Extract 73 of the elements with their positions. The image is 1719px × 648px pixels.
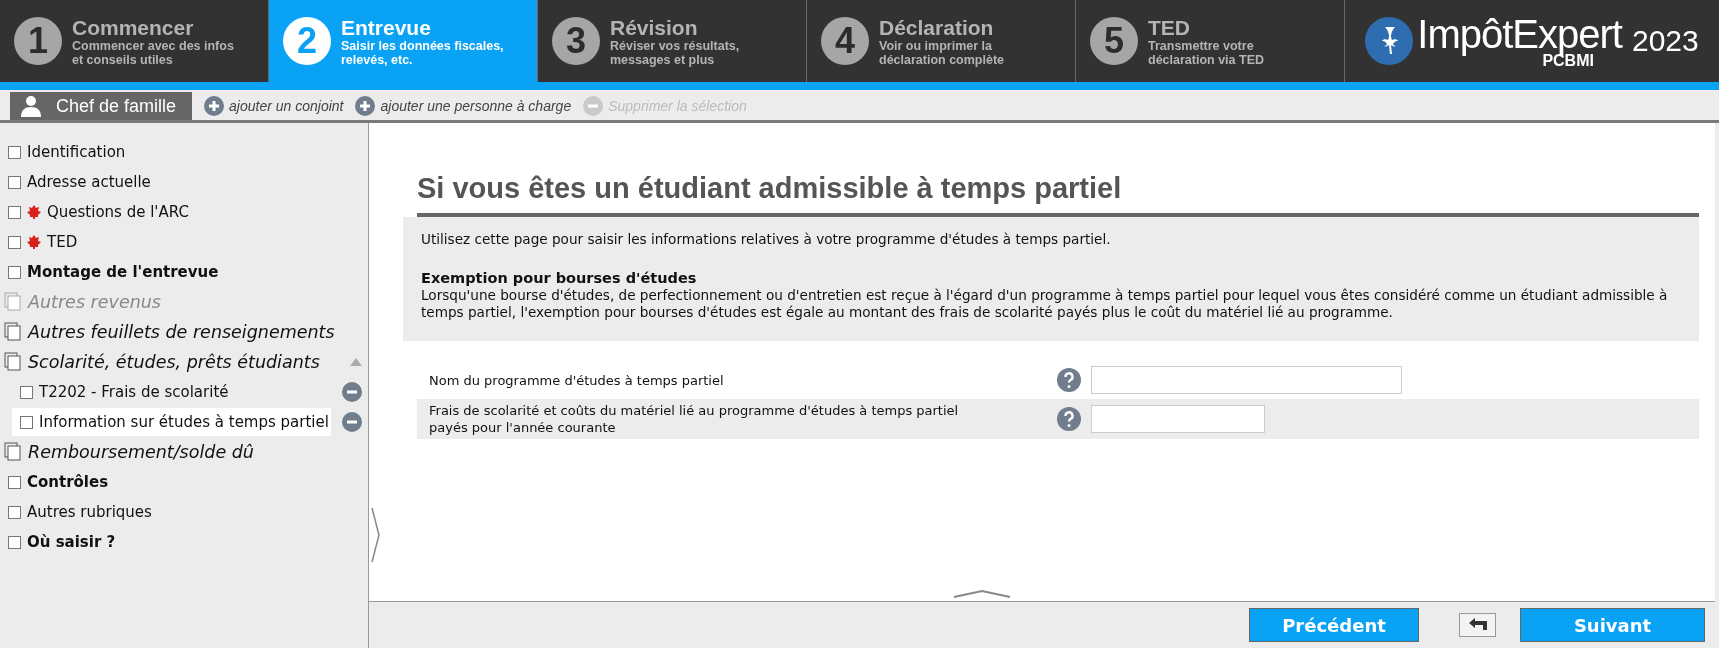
plus-icon [355, 96, 376, 116]
nav-item[interactable]: TED [0, 227, 368, 257]
plus-icon [204, 96, 225, 116]
back-button[interactable] [1459, 613, 1496, 637]
step-title: Déclaration [879, 15, 995, 39]
step-title: Entrevue [341, 15, 432, 39]
checkbox-icon [8, 175, 21, 189]
field-label: Nom du programme d'études à temps partiel [428, 371, 725, 389]
nav-item[interactable]: Contrôles [0, 467, 368, 497]
pages-icon [4, 322, 22, 342]
field-label: Frais de scolarité et coûts du matériel lié au programme d'études à temps partiel payés pour l'année courante [428, 402, 960, 436]
pages-icon [4, 352, 22, 372]
add-link[interactable]: ajouter un conjoint [204, 92, 344, 120]
nav-item[interactable]: Identification [0, 137, 368, 167]
step-title: Révision [610, 15, 699, 39]
section-text: Lorsqu'une bourse d'études, de perfectionnement ou d'entretien est reçue à l'égard d'un programme à temps partiel pour lequel vous êtes considéré comme un étudiant admissible à temps partiel, l'exemption pour bourses d'études est égale au montant des frais de scolarité payés plus le coût du matériel lié au programme. [421, 287, 1669, 321]
step-number: 4 [821, 17, 869, 65]
checkbox-icon [8, 235, 21, 249]
section-heading: Exemption pour bourses d'études [421, 270, 698, 287]
nav-group[interactable]: Scolarité, études, prêts étudiants [0, 347, 368, 377]
nav-item[interactable]: Où saisir ? [0, 527, 368, 557]
checkbox-icon [20, 385, 33, 399]
checkbox-icon [8, 535, 21, 549]
step-title: TED [1148, 15, 1191, 39]
logo-icon [1365, 17, 1414, 65]
input-field[interactable] [1091, 366, 1402, 394]
nav-item[interactable]: Information sur études à temps partiel [12, 408, 331, 436]
input-field[interactable] [1091, 405, 1265, 433]
checkbox-icon [8, 475, 21, 489]
checkbox-icon [8, 265, 21, 279]
step-tab[interactable]: 4 Déclaration Voir ou imprimer la déclaration complète [807, 0, 1076, 82]
step-tab[interactable]: 1 Commencer Commencer avec des infos et conseils utiles [0, 0, 269, 82]
help-icon[interactable] [1057, 407, 1081, 431]
checkbox-icon [8, 145, 21, 159]
return-arrow-icon [1467, 618, 1488, 632]
step-tab[interactable]: 5 TED Transmettre votre déclaration via TED [1076, 0, 1345, 82]
step-tab[interactable]: 3 Révision Réviser vos résultats, messages et plus [538, 0, 807, 82]
nav-item[interactable]: Autres rubriques [0, 497, 368, 527]
step-subtitle: Commencer avec des infos et conseils utiles [72, 38, 235, 67]
nav-item[interactable]: T2202 - Frais de scolarité [12, 378, 231, 406]
add-link[interactable]: ajouter une personne à charge [355, 92, 572, 120]
person-icon [20, 95, 42, 117]
logo-edition: PCBMI [1542, 54, 1594, 68]
nav-group[interactable]: Autres feuillets de renseignements [0, 317, 368, 347]
expand-chevron-icon [953, 589, 1011, 599]
minus-icon [583, 96, 604, 116]
step-subtitle: Transmettre votre déclaration via TED [1148, 38, 1265, 67]
step-number: 5 [1090, 17, 1138, 65]
step-subtitle: Réviser vos résultats, messages et plus [610, 38, 741, 67]
logo-name: ImpôtExpert [1417, 14, 1622, 54]
step-title: Commencer [72, 15, 195, 39]
checkbox-icon [8, 505, 21, 519]
pages-icon [4, 292, 22, 312]
logo-year: 2023 [1631, 24, 1699, 58]
nav-group[interactable]: Remboursement/solde dû [0, 437, 368, 467]
step-number: 1 [14, 17, 62, 65]
pages-icon [4, 442, 22, 462]
help-icon[interactable] [1057, 368, 1081, 392]
expand-chevron-icon [371, 507, 381, 563]
checkbox-icon [20, 415, 33, 429]
step-number: 2 [283, 17, 331, 65]
nav-item[interactable]: Adresse actuelle [0, 167, 368, 197]
step-subtitle: Voir ou imprimer la déclaration complète [879, 38, 1006, 67]
nav-item[interactable]: Montage de l'entrevue [0, 257, 368, 287]
intro-text: Utilisez cette page pour saisir les informations relatives à votre programme d'études à temps partiel. [421, 231, 1112, 248]
checkbox-icon [8, 205, 21, 219]
remove-icon[interactable] [342, 412, 362, 432]
step-number: 3 [552, 17, 600, 65]
person-tab[interactable]: Chef de famille [10, 92, 193, 120]
remove-icon[interactable] [342, 382, 362, 402]
step-subtitle: Saisir les données fiscales, relevés, etc. [341, 38, 505, 67]
nav-item[interactable]: Questions de l'ARC [0, 197, 368, 227]
page-title: Si vous êtes un étudiant admissible à temps partiel [417, 170, 1123, 206]
